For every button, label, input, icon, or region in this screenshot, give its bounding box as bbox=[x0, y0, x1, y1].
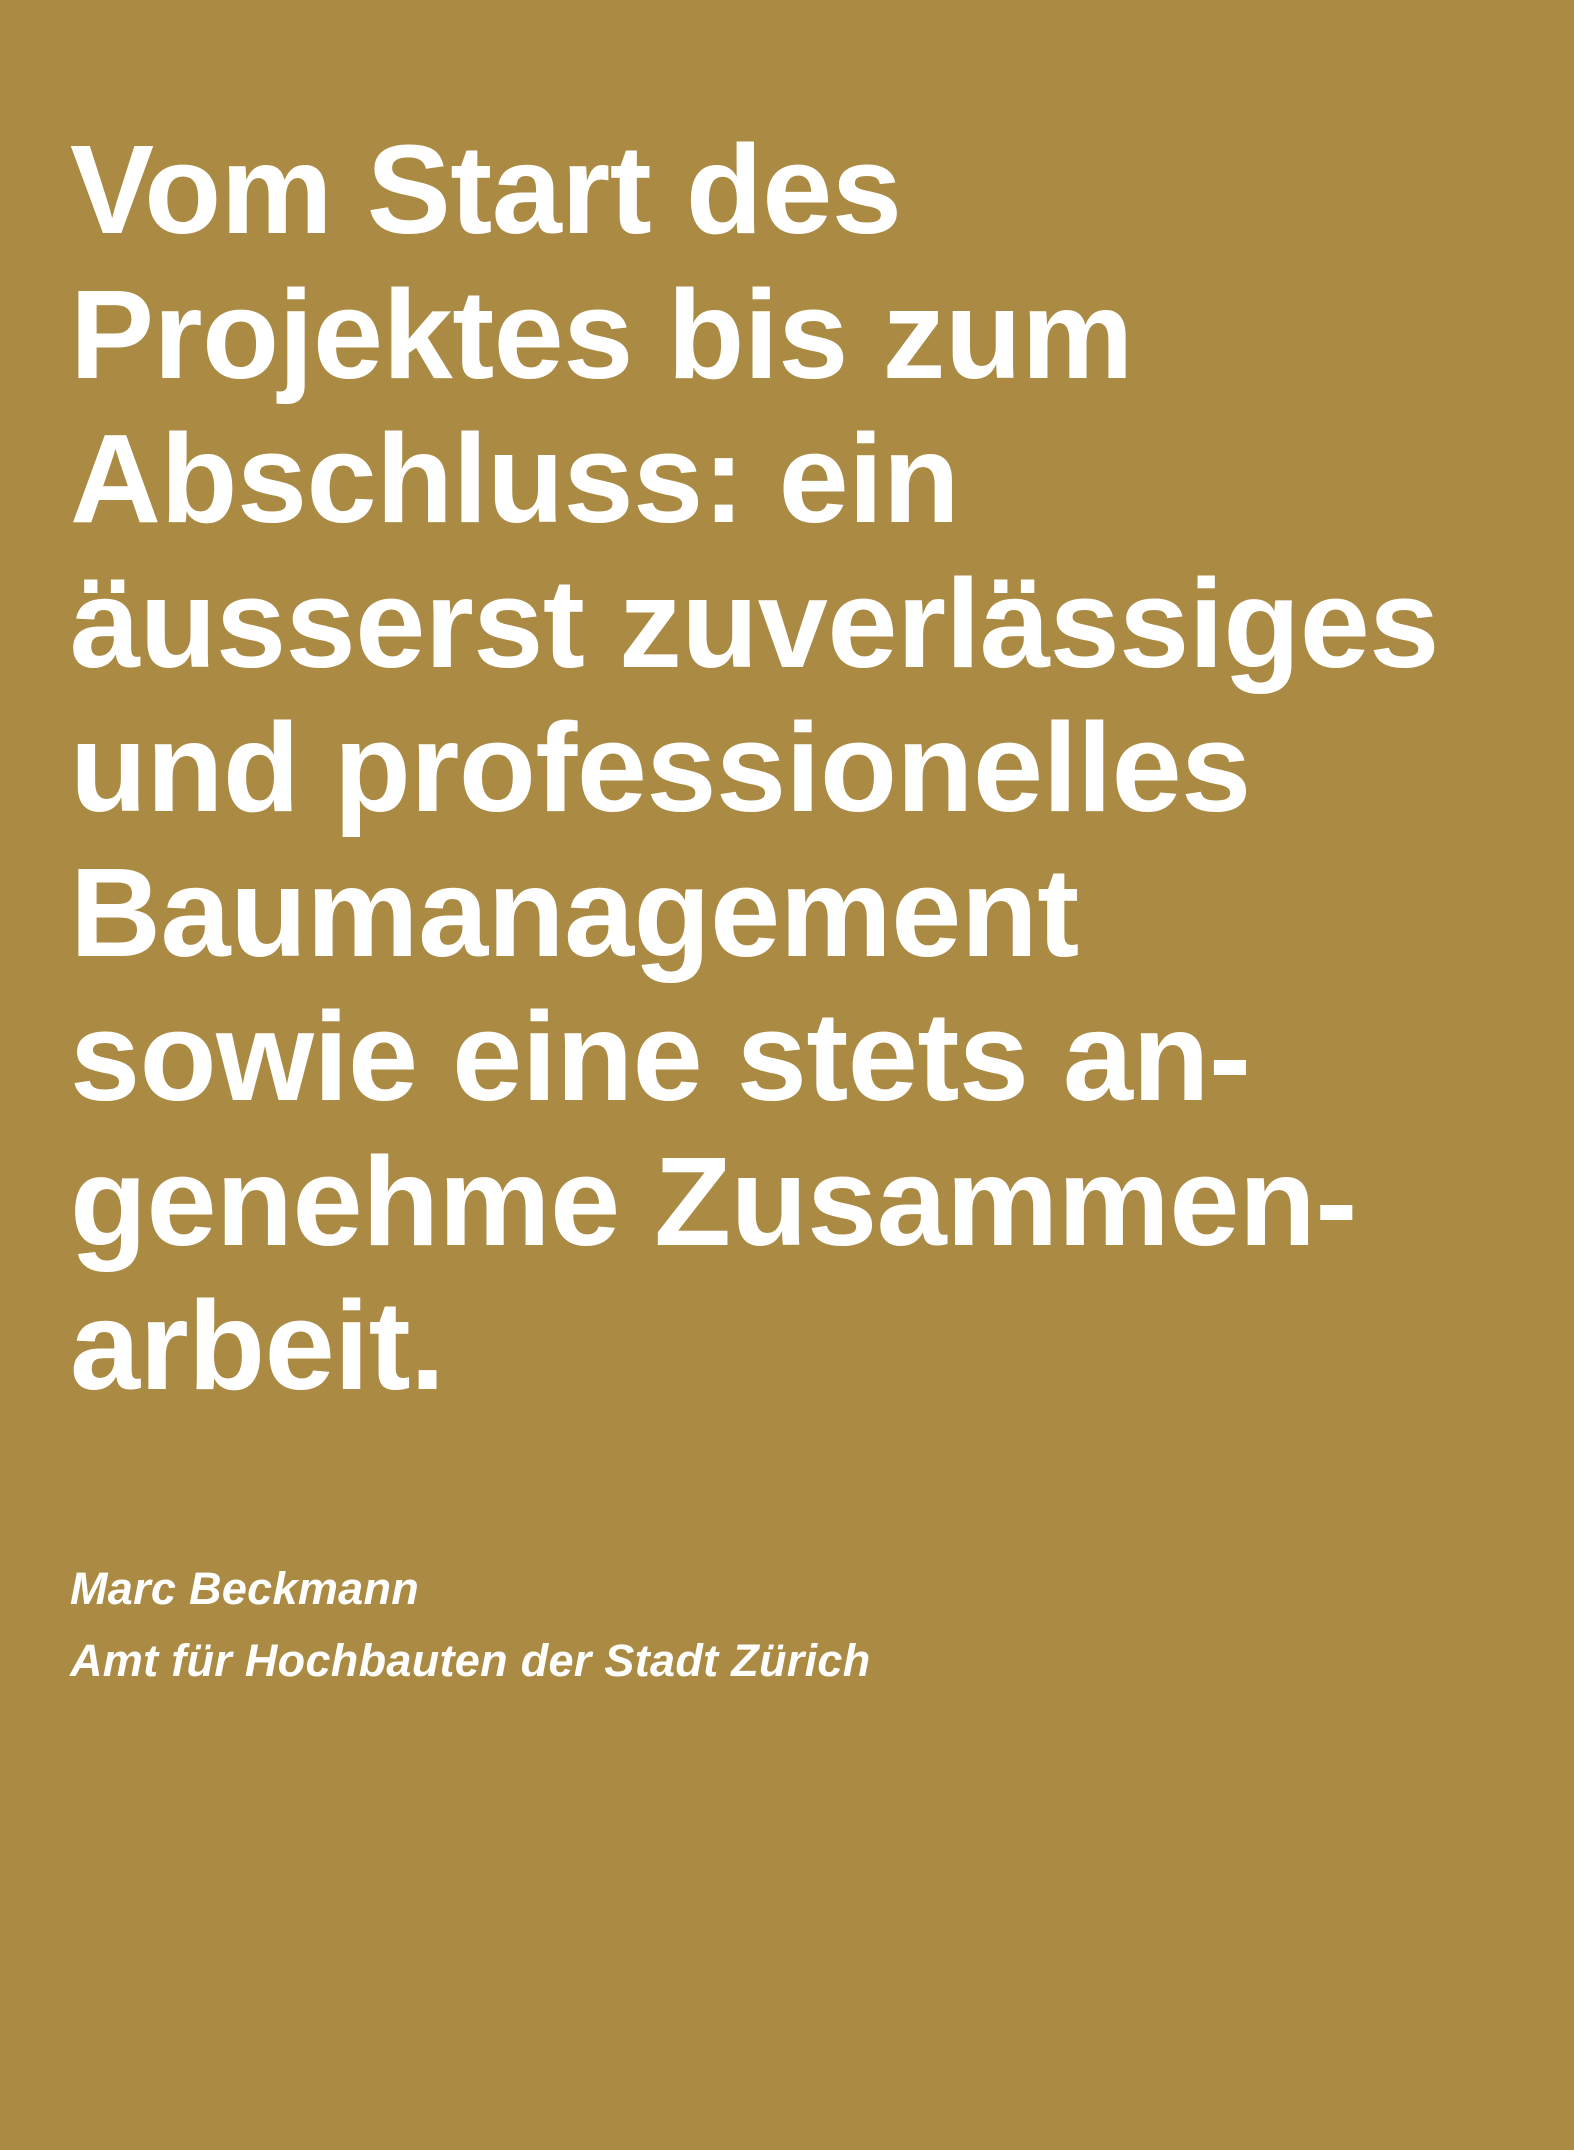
quote-line: Projektes bis zum bbox=[70, 263, 1133, 405]
quote-line: Abschluss: ein bbox=[70, 408, 960, 549]
quote-line: Vom Start des bbox=[70, 119, 902, 260]
author-organization: Amt für Hochbauten der Stadt Zürich bbox=[70, 1635, 871, 1686]
quote-line: genehme Zusammen- bbox=[70, 1130, 1357, 1272]
testimonial-quote: Vom Start des Projektes bis zum Abschlus… bbox=[70, 118, 1514, 1419]
quote-line: und professionelles bbox=[70, 697, 1251, 838]
testimonial-page: Vom Start des Projektes bis zum Abschlus… bbox=[0, 0, 1574, 2150]
quote-attribution: Marc Beckmann Amt für Hochbauten der Sta… bbox=[70, 1553, 871, 1697]
quote-line: arbeit. bbox=[70, 1275, 445, 1416]
quote-line: Baumanagement bbox=[70, 841, 1079, 983]
quote-line: äusserst zuverlässiges bbox=[70, 552, 1439, 694]
quote-line: sowie eine stets an- bbox=[70, 986, 1251, 1127]
author-name: Marc Beckmann bbox=[70, 1563, 420, 1614]
